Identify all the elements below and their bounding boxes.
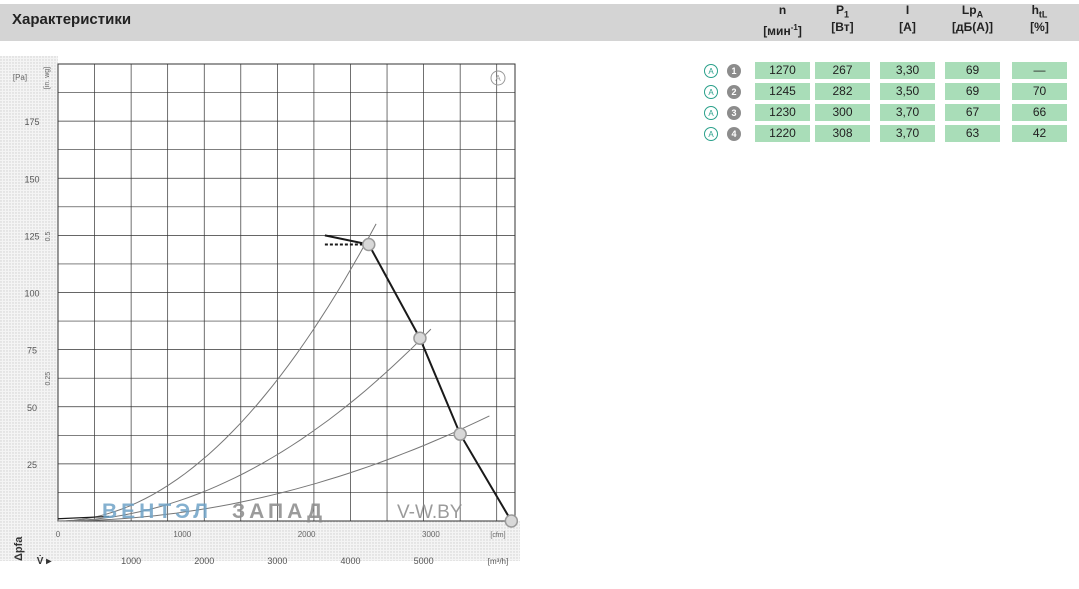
table-cell: 308: [815, 125, 870, 142]
table-cell: 67: [945, 104, 1000, 121]
table-cell: 70: [1012, 83, 1067, 100]
table-cell: 63: [945, 125, 1000, 142]
table-cell: 66: [1012, 104, 1067, 121]
col-head-lpa: LpA [дБ(A)]: [945, 4, 1000, 34]
col-head-n: n [мин-1]: [755, 4, 810, 38]
plot-letter-label: A: [495, 74, 501, 83]
x-axis-band: [0, 521, 520, 561]
y-tick-label: 25: [27, 460, 37, 470]
table-cell: 1245: [755, 83, 810, 100]
x-tick-label: 4000: [340, 556, 360, 566]
operating-point-marker: [413, 331, 427, 345]
watermark-part3: V-W.BY: [397, 502, 463, 523]
col-sym: P1: [835, 3, 850, 20]
col-unit: [Вт]: [831, 20, 854, 35]
x-axis-label: [m³/h]: [488, 557, 508, 566]
table-cell: 3,70: [880, 104, 935, 121]
x-axis-symbol: V̇ ▸: [37, 555, 52, 567]
x-tick-label: 3000: [267, 556, 287, 566]
col-unit: [A]: [899, 20, 916, 35]
table-cell: 3,50: [880, 83, 935, 100]
watermark-part2: ЗАПАД: [232, 500, 326, 523]
row-letter-marker: A: [704, 127, 718, 141]
y-axis-label: Δpfa: [13, 536, 25, 561]
table-cell: 1230: [755, 104, 810, 121]
x-alt-tick-label: 3000: [422, 530, 440, 539]
row-letter-marker: A: [704, 85, 718, 99]
row-number-marker: 3: [727, 106, 741, 120]
y-axis-band: [0, 56, 58, 561]
x-alt-tick-label: 2000: [298, 530, 316, 539]
table-cell: 282: [815, 83, 870, 100]
table-cell: 69: [945, 62, 1000, 79]
y-alt-tick-label: 0.25: [45, 372, 52, 386]
operating-point-marker: [453, 427, 467, 441]
table-cell: —: [1012, 62, 1067, 79]
row-number-marker: 1: [727, 64, 741, 78]
col-unit: [%]: [1030, 20, 1049, 35]
operating-point-marker: [362, 237, 376, 252]
col-unit: [дБ(A)]: [952, 20, 993, 35]
row-letter-marker: A: [704, 64, 718, 78]
watermark-part1: ВЕНТЭЛ: [102, 500, 212, 523]
operating-point-marker: [504, 514, 519, 528]
table-cell: 42: [1012, 125, 1067, 142]
y-alt-tick-label: 0.5: [45, 232, 52, 242]
col-sym: htL: [1031, 3, 1048, 20]
col-sym: LpA: [961, 3, 984, 20]
x-tick-label: 2000: [194, 556, 214, 566]
col-sym: n: [778, 3, 787, 17]
col-sym: I: [905, 3, 910, 17]
table-cell: 1270: [755, 62, 810, 79]
col-unit: [мин-1]: [763, 23, 802, 39]
x-alt-tick-label: 1000: [173, 530, 191, 539]
y-tick-label: 175: [24, 117, 39, 127]
table-cell: 267: [815, 62, 870, 79]
y-tick-label: 125: [24, 231, 39, 241]
y-tick-label: 100: [24, 289, 39, 299]
col-head-htl: htL [%]: [1012, 4, 1067, 34]
table-cell: 3,70: [880, 125, 935, 142]
row-number-marker: 2: [727, 85, 741, 99]
y-tick-label: 150: [24, 174, 39, 184]
y-tick-label: 50: [27, 403, 37, 413]
x-alt-axis-label: [cfm]: [490, 532, 505, 539]
page-title: Характеристики: [12, 11, 132, 28]
row-number-marker: 4: [727, 127, 741, 141]
y-unit-label: [Pa]: [13, 73, 27, 82]
row-letter-marker: A: [704, 106, 718, 120]
col-head-i: I [A]: [880, 4, 935, 34]
table-cell: 300: [815, 104, 870, 121]
y-alt-unit-label: [in. wg]: [44, 67, 51, 89]
table-cell: 1220: [755, 125, 810, 142]
x-tick-label: 1000: [121, 556, 141, 566]
chart-area: 25 50 75 100 125 150 175 [Pa] [in. wg] 0.25 0.5 Δpf…: [0, 56, 520, 576]
x-alt-tick-label: 0: [56, 530, 61, 539]
x-tick-label: 5000: [414, 556, 434, 566]
fan-curve-chart: 25 50 75 100 125 150 175 [Pa] [in. wg] 0.25 0.5 Δpf…: [0, 56, 520, 567]
table-cell: 3,30: [880, 62, 935, 79]
table-cell: 69: [945, 83, 1000, 100]
y-tick-label: 75: [27, 346, 37, 356]
col-head-p1: P1 [Вт]: [815, 4, 870, 34]
